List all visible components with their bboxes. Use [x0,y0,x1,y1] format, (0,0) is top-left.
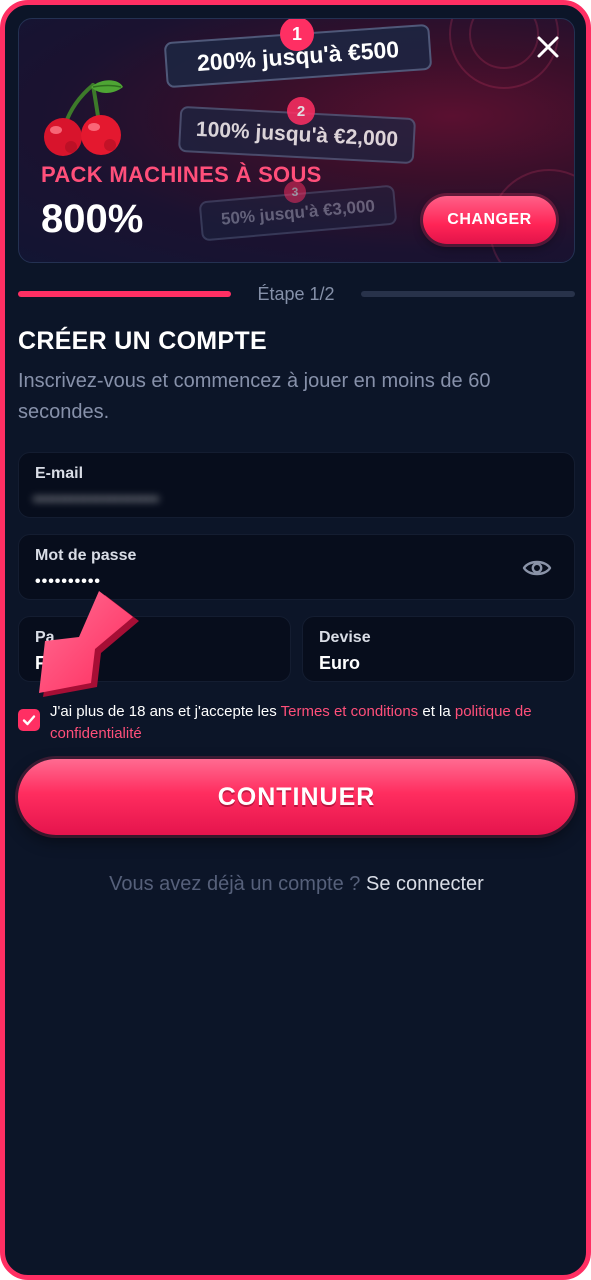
step-label: Étape 1/2 [257,284,335,304]
pack-title: PACK MACHINES À SOUS [41,162,322,187]
step-bar-active [18,291,231,297]
step-bar-inactive [361,291,575,297]
terms-text: J'ai plus de 18 ans et j'accepte les Ter… [50,701,575,745]
change-bonus-button[interactable]: CHANGER [423,196,556,244]
password-value[interactable]: •••••••••• [35,573,435,591]
login-prompt: Vous avez déjà un compte ? [109,873,366,895]
terms-text-before: J'ai plus de 18 ans et j'accepte les [50,703,281,720]
login-row: Vous avez déjà un compte ? Se connecter [18,873,575,896]
page-subtitle: Inscrivez-vous et commencez à jouer en m… [18,370,491,423]
pack-percent: 800% [41,197,144,241]
email-label: E-mail [35,465,84,482]
signup-modal: 50% jusqu'à €3,000 3 100% jusqu'à €2,000… [0,0,591,1280]
bonus-tier-2-badge: 2 [287,97,315,125]
terms-checkbox[interactable] [18,709,40,731]
continue-button[interactable]: CONTINUER [18,759,575,835]
checkmark-icon [22,715,36,726]
password-label: Mot de passe [35,547,137,564]
close-button[interactable] [532,31,564,63]
terms-conditions-link[interactable]: Termes et conditions [281,703,419,720]
close-icon [537,36,559,58]
login-link[interactable]: Se connecter [366,873,484,895]
step-progress: Étape 1/2 [18,280,575,310]
country-select[interactable]: Pa F [18,616,291,682]
currency-select[interactable]: Devise Euro [302,616,575,682]
show-password-button[interactable] [522,555,552,581]
page-title: CRÉER UN COMPTE [18,327,267,355]
eye-icon [522,560,552,576]
currency-value: Euro [319,653,361,673]
bonus-banner: 50% jusqu'à €3,000 3 100% jusqu'à €2,000… [18,18,575,263]
terms-text-middle: et la [418,703,455,720]
email-value-blurred: •••••••••••••••••••• [33,489,160,509]
country-label: Pa [35,629,55,646]
bonus-tier-1-badge: 1 [280,19,314,51]
cherry-icon [44,80,123,156]
currency-label: Devise [319,629,371,646]
password-field[interactable]: Mot de passe •••••••••• [18,534,575,600]
email-field[interactable]: E-mail •••••••••••••••••••• [18,452,575,518]
